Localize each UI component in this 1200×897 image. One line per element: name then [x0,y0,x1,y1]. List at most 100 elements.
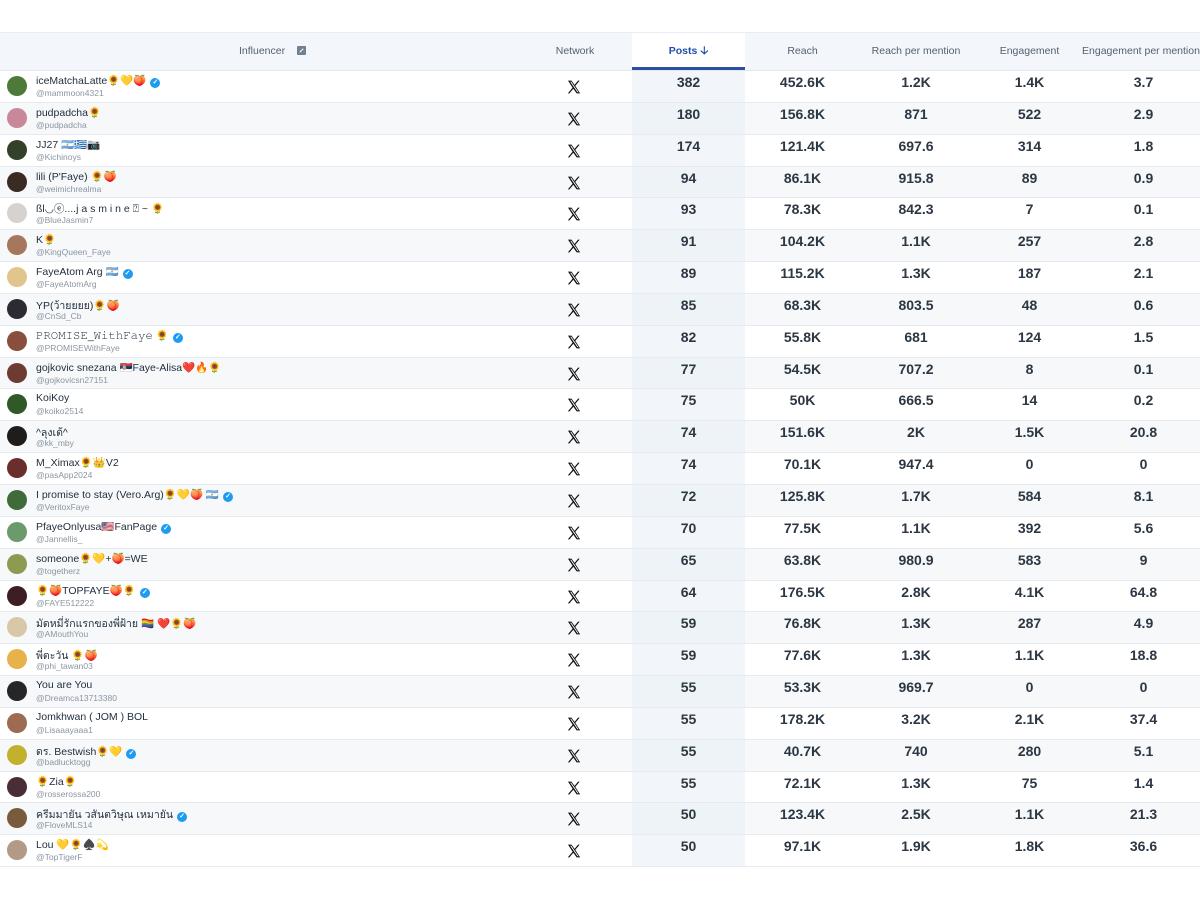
avatar[interactable] [7,394,27,415]
influencer-name-text: lili (P'Faye) 🌻🍑 [36,170,117,183]
engagement-per-mention-value: 1.8 [1133,137,1154,154]
influencer-name[interactable]: 🌻Zia🌻 [36,775,77,788]
reach-per-mention-value: 2K [907,424,925,441]
x-network-icon [567,303,581,317]
reach-per-mention-value: 915.8 [898,169,934,186]
avatar[interactable] [7,840,27,861]
table-row[interactable]: iceMatchaLatte🌻💛🍑 ✓ @mammoon4321 382 452.… [0,71,1200,103]
table-row[interactable]: someone🌻💛+🍑=WE @togetherz 65 63.8K 980.9… [0,548,1200,581]
influencer-name[interactable]: M_Ximax🌻👑V2 [36,456,119,469]
engagement-value: 14 [1021,392,1038,409]
influencer-name[interactable]: lili (P'Faye) 🌻🍑 [36,170,117,183]
avatar[interactable] [7,521,27,542]
column-header-engagement-per-mention[interactable]: Engagement per mention [1082,33,1200,70]
influencer-name[interactable]: 𝙿𝚁𝙾𝙼𝙸𝚂𝙴_𝚆𝚒𝚝𝚑𝙵𝚊𝚢𝚎 🌻 ✓ [36,329,183,343]
avatar[interactable] [7,458,27,479]
x-network-icon [567,526,581,540]
table-row[interactable]: Lou 💛🌻♠️💫 @TopTigerF 50 97.1K 1.9K 1.8K … [0,835,1200,868]
table-row[interactable]: 𝙿𝚁𝙾𝙼𝙸𝚂𝙴_𝚆𝚒𝚝𝚑𝙵𝚊𝚢𝚎 🌻 ✓ @PROMISEWithFaye 82 … [0,325,1200,358]
column-header-posts[interactable]: Posts 🡣 [632,33,745,70]
avatar[interactable] [7,362,27,383]
avatar[interactable] [7,681,27,702]
reach-per-mention-value: 1.3K [901,774,931,791]
avatar[interactable] [7,553,27,574]
avatar[interactable] [7,426,27,447]
influencer-name[interactable]: pudpadcha🌻 [36,106,101,119]
table-row[interactable]: lili (P'Faye) 🌻🍑 @weimichrealma 94 86.1K… [0,166,1200,199]
column-header-reach-per-mention[interactable]: Reach per mention [860,33,972,70]
table-row[interactable]: ดร. Bestwish🌻💛 ✓ @badlucktogg 55 40.7K 74… [0,739,1200,772]
column-header-engagement-per-mention-label: Engagement per mention [1082,45,1200,57]
table-row[interactable]: FayeAtom Arg 🇦🇷 ✓ @FayeAtomArg 89 115.2K … [0,262,1200,294]
influencer-name[interactable]: someone🌻💛+🍑=WE [36,552,148,565]
avatar[interactable] [7,330,27,351]
avatar[interactable] [7,76,27,96]
table-row[interactable]: I promise to stay (Vero.Arg)🌻💛🍑 🇦🇷 ✓ @Ver… [0,484,1200,517]
table-row[interactable]: PfayeOnlyusa🇺🇸FanPage ✓ @Jannellis_ 70 77… [0,516,1200,549]
avatar[interactable] [7,107,27,128]
influencer-name[interactable]: You are You [36,679,92,691]
reach-value: 97.1K [783,838,822,855]
avatar[interactable] [7,235,27,256]
table-row[interactable]: JJ27 🇦🇷🇬🇷📷 @Kichinoys 174 121.4K 697.6 3… [0,134,1200,167]
avatar[interactable] [7,649,27,670]
avatar[interactable] [7,171,27,192]
table-row[interactable]: ครีมมายัน วสันตวิษุณ เหมายัน ✓ @FloveMLS1… [0,803,1200,836]
avatar[interactable] [7,267,27,288]
influencer-name[interactable]: Lou 💛🌻♠️💫 [36,838,109,851]
avatar[interactable] [7,203,27,224]
table-row[interactable]: Jomkhwan ( JOM ) BOL @Lisaaayaaa1 55 178… [0,707,1200,740]
influencer-name[interactable]: JJ27 🇦🇷🇬🇷📷 [36,138,100,151]
table-row[interactable]: gojkovic snezana 🇷🇸Faye-Alisa❤️🔥🌻 @gojko… [0,357,1200,390]
engagement-per-mention-value: 36.6 [1129,838,1158,855]
influencer-name[interactable]: K🌻 [36,233,56,246]
external-link-icon[interactable] [297,46,307,55]
influencer-name[interactable]: KoiKoy [36,392,69,404]
table-row[interactable]: ßl◡ⓔ....j a s m i n e ⍰ ~ 🌻 @BlueJasmin7… [0,198,1200,231]
influencer-name[interactable]: gojkovic snezana 🇷🇸Faye-Alisa❤️🔥🌻 [36,361,221,374]
column-header-influencer[interactable]: Influencer [0,33,545,70]
column-header-reach-per-mention-label: Reach per mention [871,45,961,57]
table-row[interactable]: 🌻Zia🌻 @rosserossa200 55 72.1K 1.3K 75 1.… [0,771,1200,804]
avatar[interactable] [7,489,27,510]
avatar[interactable] [7,776,27,797]
table-row[interactable]: พี่ตะวัน 🌻🍑 @phi_tawan03 59 77.6K 1.3K 1… [0,644,1200,677]
influencer-name-text: 🌻Zia🌻 [36,775,77,788]
table-row[interactable]: ^ลุงเต้^ @kk_mby 74 151.6K 2K 1.5K 20.8 [0,421,1200,454]
avatar[interactable] [7,744,27,765]
avatar[interactable] [7,298,27,319]
table-row[interactable]: You are You @Dreamca13713380 55 53.3K 96… [0,676,1200,708]
table-row[interactable]: KoiKoy @koiko2514 75 50K 666.5 14 0.2 [0,389,1200,422]
avatar[interactable] [7,139,27,160]
influencer-name[interactable]: Jomkhwan ( JOM ) BOL [36,711,148,723]
engagement-value: 522 [1017,105,1042,122]
table-row[interactable]: K🌻 @KingQueen_Faye 91 104.2K 1.1K 257 2.… [0,230,1200,263]
avatar[interactable] [7,585,27,606]
avatar[interactable] [7,712,27,733]
column-header-network[interactable]: Network [520,33,630,70]
reach-value: 86.1K [783,169,822,186]
engagement-per-mention-value: 1.4 [1133,774,1154,791]
influencer-name[interactable]: 🌻🍑TOPFAYE🍑🌻 ✓ [36,584,150,598]
table-row[interactable]: 🌻🍑TOPFAYE🍑🌻 ✓ @FAYE512222 64 176.5K 2.8K … [0,580,1200,613]
x-network-icon [567,271,581,285]
influencer-name[interactable]: iceMatchaLatte🌻💛🍑 ✓ [36,74,161,88]
avatar[interactable] [7,808,27,829]
column-header-reach[interactable]: Reach [745,33,860,70]
influencer-name[interactable]: FayeAtom Arg 🇦🇷 ✓ [36,265,133,280]
table-row[interactable]: pudpadcha🌻 @pudpadcha 180 156.8K 871 522… [0,102,1200,135]
column-header-engagement[interactable]: Engagement [972,33,1087,70]
table-row[interactable]: มัดหมี่รักแรกของพี่ฝ้าย 🏳️‍🌈 ❤️🌻🍑 @AMout… [0,612,1200,645]
avatar[interactable] [7,617,27,638]
x-network-icon [567,717,581,731]
influencer-name[interactable]: PfayeOnlyusa🇺🇸FanPage ✓ [36,520,172,534]
influencer-name-text: K🌻 [36,234,57,247]
table-row[interactable]: YP(ว้ายยยย)🌻🍑 @CnSd_Cb 85 68.3K 803.5 48… [0,293,1200,326]
column-header-influencer-label: Influencer [238,45,286,57]
table-row[interactable]: M_Ximax🌻👑V2 @pasApp2024 74 70.1K 947.4 0… [0,453,1200,485]
engagement-per-mention-value: 0 [1139,679,1148,696]
table-header: Influencer Network Posts 🡣 Reach Reach pe… [0,32,1200,71]
influencer-name[interactable]: I promise to stay (Vero.Arg)🌻💛🍑 🇦🇷 ✓ [36,488,234,502]
influencer-name[interactable]: ßl◡ⓔ....j a s m i n e ⍰ ~ 🌻 [36,201,164,216]
engagement-value: 583 [1017,551,1042,568]
